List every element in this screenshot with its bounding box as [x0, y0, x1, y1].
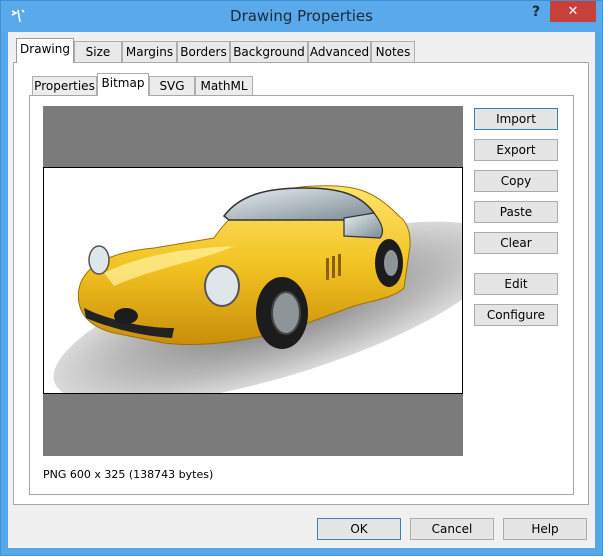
subtab-bitmap[interactable]: Bitmap — [97, 73, 149, 96]
import-button[interactable]: Import — [474, 108, 558, 130]
subtab-mathml[interactable]: MathML — [195, 76, 253, 96]
window-title: Drawing Properties — [230, 7, 373, 25]
export-button[interactable]: Export — [474, 139, 558, 161]
bitmap-image-frame — [43, 167, 463, 394]
dialog-window: Drawing Properties ? ✕ Drawing Size Marg… — [0, 0, 603, 556]
bitmap-preview — [43, 106, 463, 456]
edit-button[interactable]: Edit — [474, 273, 558, 295]
copy-button[interactable]: Copy — [474, 170, 558, 192]
clear-button[interactable]: Clear — [474, 232, 558, 254]
ok-button[interactable]: OK — [317, 518, 401, 540]
car-image — [53, 185, 462, 393]
cancel-button[interactable]: Cancel — [410, 518, 494, 540]
tab-size[interactable]: Size — [74, 41, 122, 62]
paste-button[interactable]: Paste — [474, 201, 558, 223]
title-bar[interactable]: Drawing Properties ? ✕ — [1, 1, 602, 32]
tab-advanced[interactable]: Advanced — [308, 41, 371, 62]
tab-borders[interactable]: Borders — [177, 41, 230, 62]
tab-margins[interactable]: Margins — [122, 41, 177, 62]
close-button[interactable]: ✕ — [550, 1, 596, 22]
configure-button[interactable]: Configure — [474, 304, 558, 326]
drawing-tab-panel: Properties Bitmap SVG MathML Import Expo… — [13, 62, 589, 505]
tab-drawing[interactable]: Drawing — [16, 38, 74, 63]
bitmap-panel: Import Export Copy Paste Clear Edit Conf… — [29, 95, 574, 495]
image-info-label: PNG 600 x 325 (138743 bytes) — [43, 468, 214, 481]
tab-notes[interactable]: Notes — [371, 41, 415, 62]
help-button[interactable]: Help — [503, 518, 587, 540]
title-help-button[interactable]: ? — [525, 4, 547, 24]
tab-background[interactable]: Background — [230, 41, 308, 62]
subtab-svg[interactable]: SVG — [149, 76, 195, 96]
subtab-properties[interactable]: Properties — [32, 76, 97, 96]
dialog-client: Drawing Size Margins Borders Background … — [8, 32, 595, 548]
